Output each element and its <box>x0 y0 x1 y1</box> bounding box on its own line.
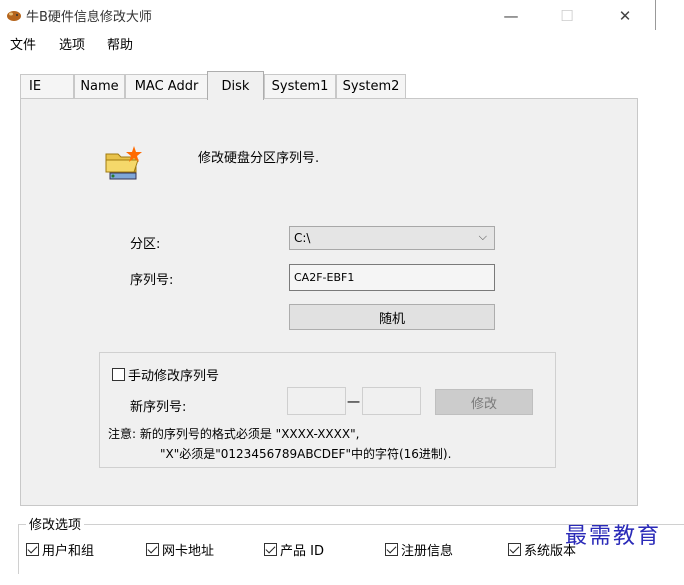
option-mac-address[interactable]: 网卡地址 <box>146 540 214 559</box>
maximize-icon: ☐ <box>560 7 574 25</box>
options-group-border <box>18 524 19 574</box>
partition-select[interactable]: C:\ ⌵ <box>289 226 495 250</box>
option-label: 注册信息 <box>401 544 454 559</box>
checkbox-checked-icon <box>146 543 159 556</box>
checkbox-icon <box>112 368 125 381</box>
checkbox-checked-icon <box>385 543 398 556</box>
serial-field[interactable]: CA2F-EBF1 <box>289 264 495 291</box>
window-title: 牛B硬件信息修改大师 <box>26 10 152 25</box>
checkbox-checked-icon <box>264 543 277 556</box>
serial-label: 序列号: <box>130 273 174 288</box>
format-note-line1: 注意: 新的序列号的格式必须是 "XXXX-XXXX", <box>108 427 360 441</box>
menu-file[interactable]: 文件 <box>10 34 36 53</box>
folder-disk-icon <box>105 146 142 180</box>
manual-serial-checkbox[interactable]: 手动修改序列号 <box>112 365 219 384</box>
options-title: 修改选项 <box>26 514 85 533</box>
random-button[interactable]: 随机 <box>289 304 495 330</box>
disk-heading: 修改硬盘分区序列号. <box>198 151 320 166</box>
maximize-button: ☐ <box>544 0 590 32</box>
menu-options[interactable]: 选项 <box>59 34 85 53</box>
option-label: 产品 ID <box>280 544 324 559</box>
option-registration-info[interactable]: 注册信息 <box>385 540 453 559</box>
option-label: 用户和组 <box>42 544 95 559</box>
tab-name[interactable]: Name <box>74 74 125 98</box>
checkbox-checked-icon <box>508 543 521 556</box>
tab-disk[interactable]: Disk <box>207 71 264 100</box>
minimize-icon: — <box>503 7 519 25</box>
modify-button[interactable]: 修改 <box>435 389 533 415</box>
tab-mac-addr[interactable]: MAC Addr <box>125 74 208 98</box>
new-serial-part1-input[interactable] <box>287 387 346 415</box>
tab-system2[interactable]: System2 <box>336 74 406 98</box>
format-note-line2: "X"必须是"0123456789ABCDEF"中的字符(16进制). <box>160 447 452 461</box>
watermark: 最需教育 <box>565 524 662 549</box>
option-users-groups[interactable]: 用户和组 <box>26 540 94 559</box>
tab-system1[interactable]: System1 <box>264 74 336 98</box>
app-logo-icon <box>7 11 21 21</box>
window-edge <box>655 0 656 30</box>
serial-separator: 一 <box>347 396 361 411</box>
new-serial-part2-input[interactable] <box>362 387 421 415</box>
option-product-id[interactable]: 产品 ID <box>264 540 324 559</box>
checkbox-checked-icon <box>26 543 39 556</box>
minimize-button[interactable]: — <box>488 0 534 32</box>
partition-value: C:\ <box>294 231 311 245</box>
option-label: 网卡地址 <box>162 544 215 559</box>
tab-ie[interactable]: IE <box>20 74 74 98</box>
chevron-down-icon: ⌵ <box>478 230 487 243</box>
close-button[interactable]: ✕ <box>602 0 648 32</box>
close-icon: ✕ <box>618 7 632 25</box>
partition-label: 分区: <box>130 237 161 252</box>
menu-help[interactable]: 帮助 <box>107 34 133 53</box>
manual-serial-label: 手动修改序列号 <box>128 369 220 384</box>
new-serial-label: 新序列号: <box>130 400 187 415</box>
